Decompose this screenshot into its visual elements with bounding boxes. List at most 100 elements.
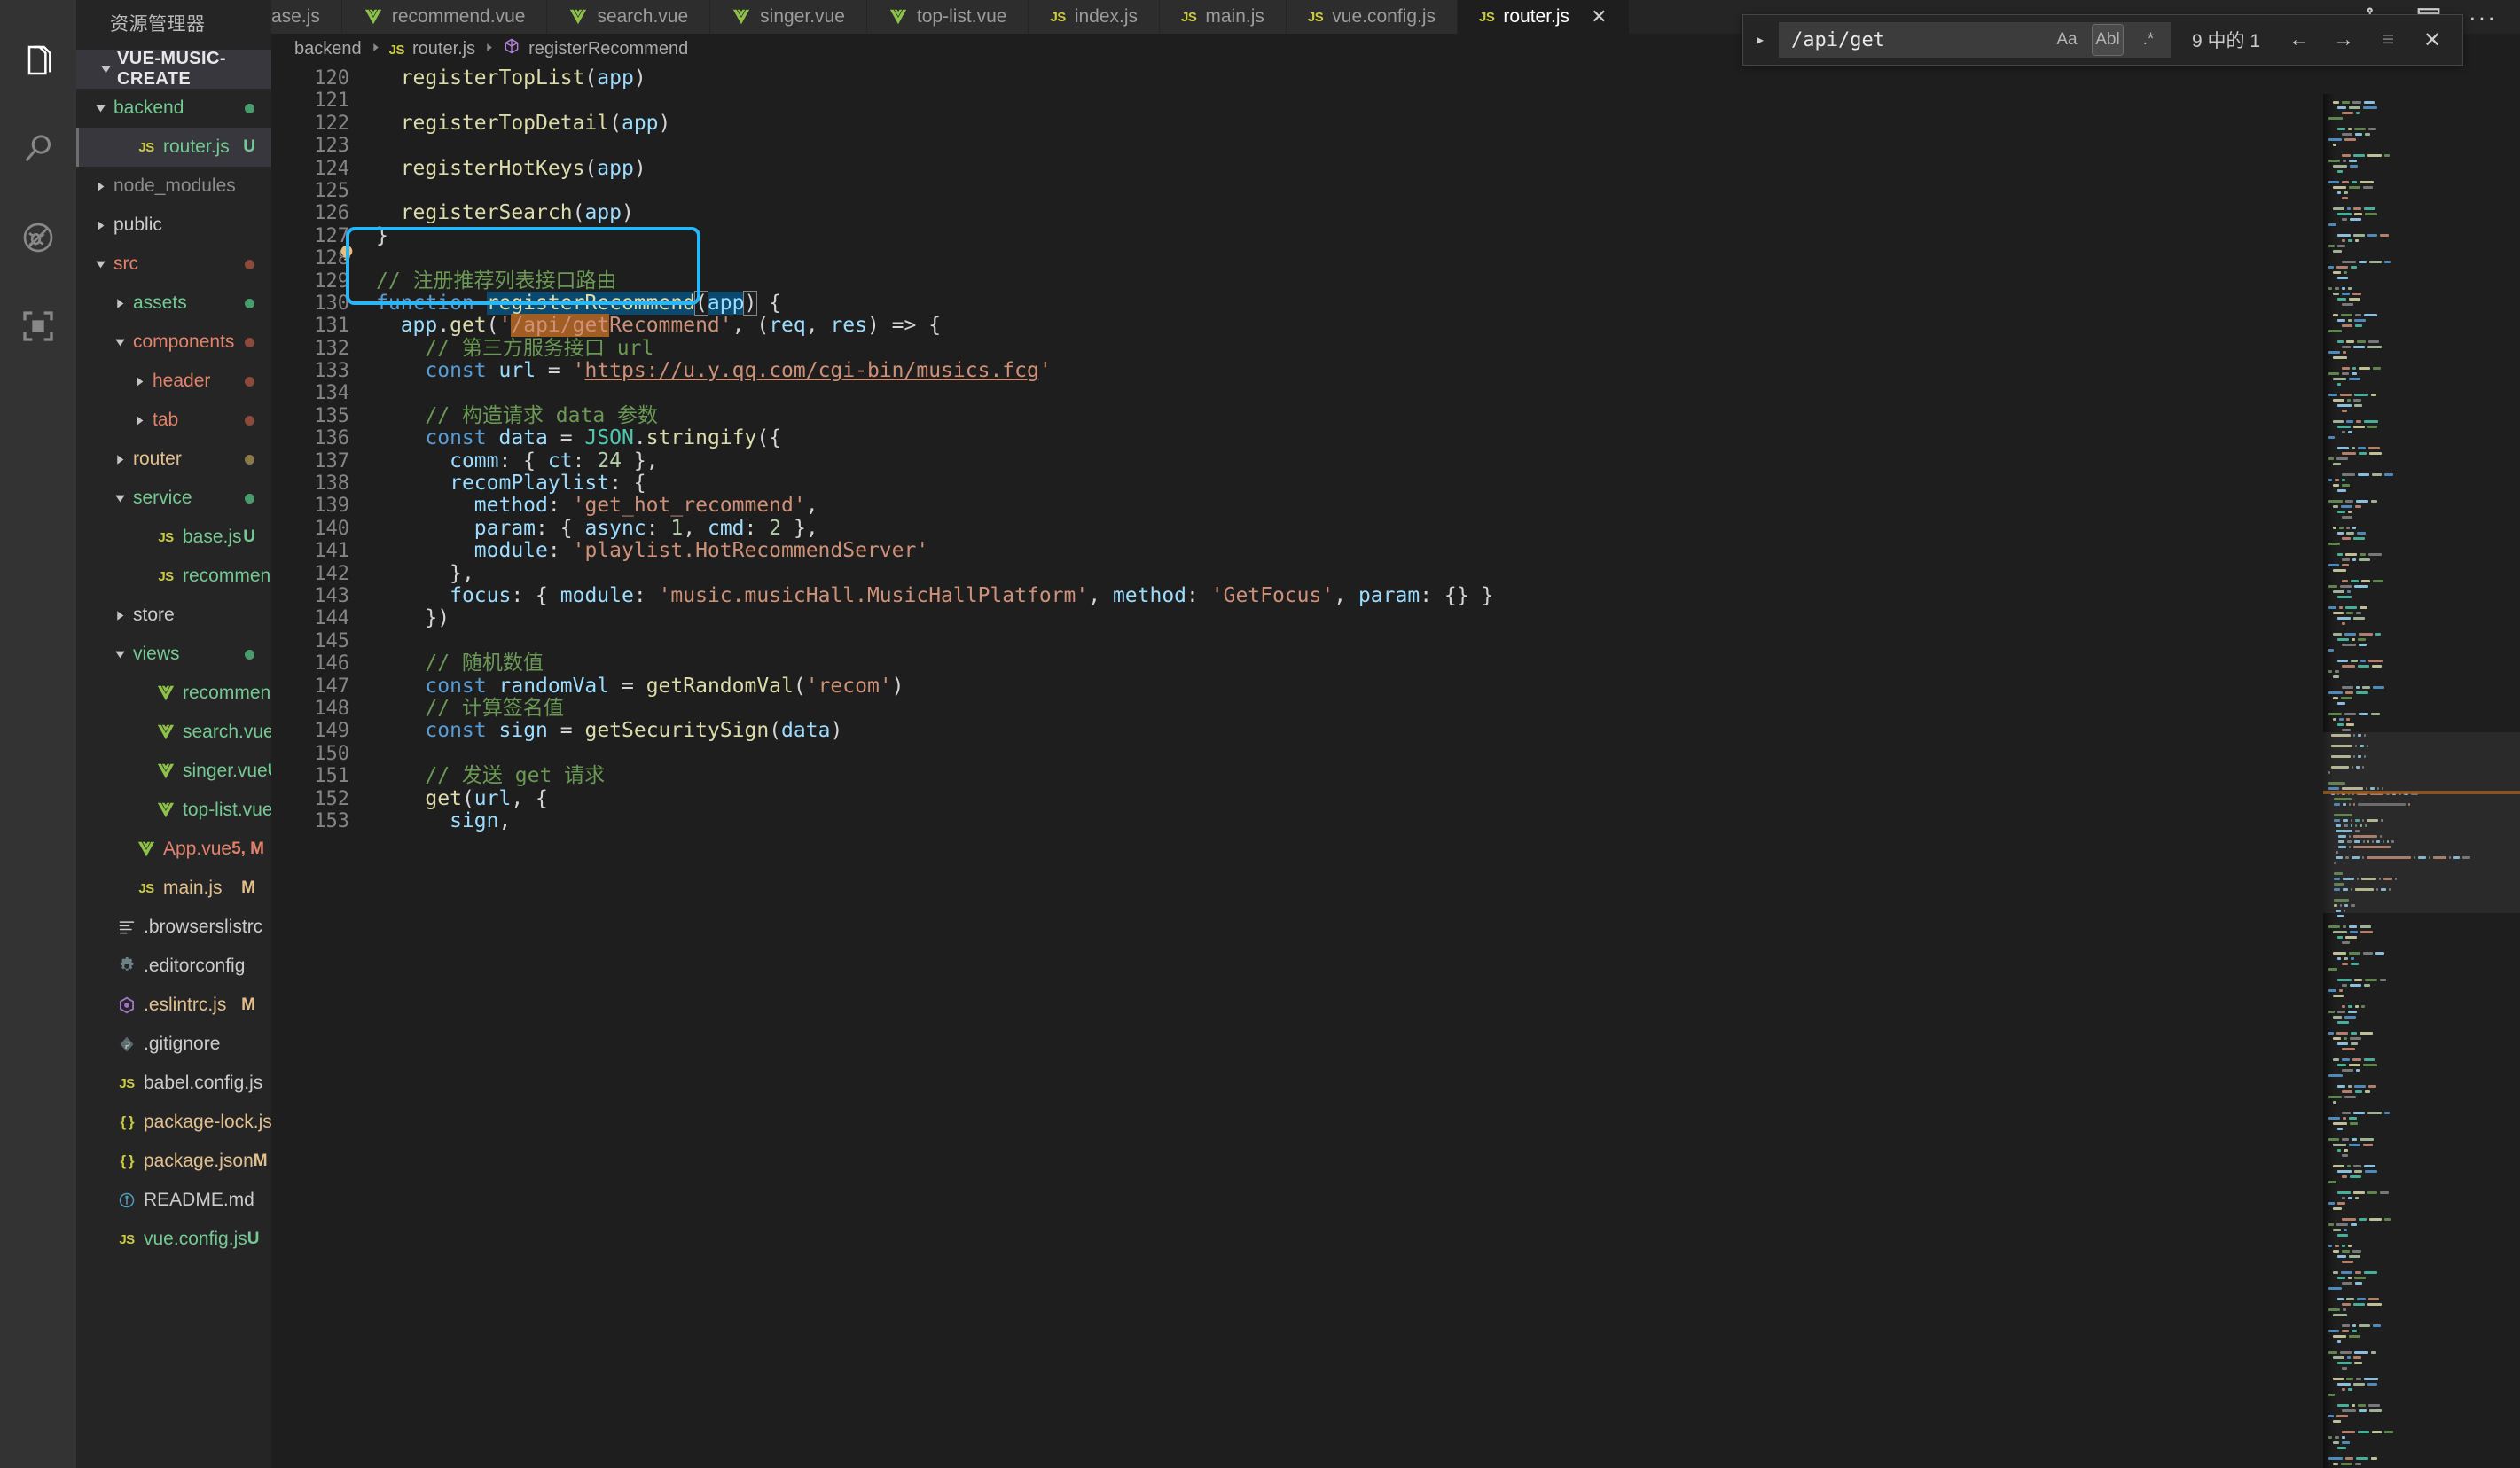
find-input[interactable]: /api/get Aa Abl .* — [1778, 22, 2171, 58]
chevron-down-icon[interactable] — [94, 64, 117, 75]
breadcrumb-item-router-js[interactable]: JS router.js — [389, 39, 476, 59]
tree-item-base-js[interactable]: JS base.js U — [76, 518, 271, 557]
tree-item-singer-vue[interactable]: singer.vueU — [76, 752, 271, 791]
find-next-button[interactable]: → — [2326, 22, 2361, 58]
code-line[interactable]: recomPlaylist: { — [376, 472, 2520, 495]
code-line[interactable]: } — [376, 224, 2520, 247]
tree-item-readme-md[interactable]: README.md — [76, 1181, 271, 1220]
tree-item-assets[interactable]: assets — [76, 284, 271, 323]
tree-item-header[interactable]: header — [76, 362, 271, 401]
explorer-icon[interactable] — [0, 16, 76, 105]
tree-item-package-json[interactable]: { } package.json M — [76, 1142, 271, 1181]
code-line[interactable]: // 注册推荐列表接口路由 — [376, 269, 2520, 293]
chevron-down-icon[interactable] — [89, 103, 112, 114]
find-previous-button[interactable]: ← — [2281, 22, 2317, 58]
code-line[interactable]: registerHotKeys(app) — [376, 157, 2520, 180]
chevron-right-icon[interactable] — [108, 610, 131, 621]
code-line[interactable]: }, — [376, 562, 2520, 585]
chevron-right-icon[interactable] — [89, 181, 112, 192]
chevron-down-icon[interactable] — [89, 259, 112, 270]
code-line[interactable]: // 计算签名值 — [376, 697, 2520, 720]
tree-item-top-list-vue[interactable]: top-list.vueU — [76, 791, 271, 830]
tree-item-main-js[interactable]: JS main.js M — [76, 869, 271, 908]
editor-tab-singer-vue[interactable]: singer.vue — [710, 0, 867, 34]
close-tab-icon[interactable]: ✕ — [1591, 7, 1607, 27]
chevron-right-icon[interactable] — [108, 298, 131, 309]
code-line[interactable]: param: { async: 1, cmd: 2 }, — [376, 517, 2520, 540]
editor-tab-main-js[interactable]: JS main.js — [1160, 0, 1287, 34]
editor-tab-vue-config-js[interactable]: JS vue.config.js — [1286, 0, 1458, 34]
find-in-selection-icon[interactable]: ≡ — [2370, 22, 2406, 58]
code-line[interactable]: // 发送 get 请求 — [376, 764, 2520, 787]
breadcrumb-item-registerrecommend[interactable]: registerRecommend — [503, 37, 688, 60]
workspace-root-row[interactable]: VUE-MUSIC-CREATE — [76, 49, 271, 89]
more-actions-icon[interactable]: ··· — [2469, 5, 2497, 28]
tree-item-app-vue[interactable]: App.vue 5, M — [76, 830, 271, 869]
tree-item--eslintrc-js[interactable]: .eslintrc.js M — [76, 986, 271, 1025]
editor-tab-recommend-vue[interactable]: recommend.vue — [341, 0, 548, 34]
code-line[interactable]: registerTopList(app) — [376, 66, 2520, 90]
chevron-down-icon[interactable] — [108, 493, 131, 504]
code-line[interactable]: const sign = getSecuritySign(data) — [376, 720, 2520, 742]
tree-item-recommend-js[interactable]: JSrecommend.jsU — [76, 557, 271, 596]
code-editor[interactable]: 120 121 122 123 124 125 126 127 128 129 130 131 132 1… — [271, 64, 2520, 1468]
match-case-icon[interactable]: Aa — [2052, 25, 2082, 55]
chevron-right-icon[interactable] — [128, 415, 151, 426]
code-line[interactable]: registerTopDetail(app) — [376, 112, 2520, 135]
code-line[interactable]: // 随机数值 — [376, 652, 2520, 675]
source-code[interactable]: registerTopList(app) registerTopDetail(a… — [364, 64, 2520, 1468]
code-line[interactable] — [376, 135, 2520, 157]
tree-item-src[interactable]: src — [76, 245, 271, 284]
code-line[interactable]: function registerRecommend(app) { — [376, 290, 2520, 316]
chevron-right-icon[interactable] — [108, 454, 131, 465]
code-line[interactable] — [376, 743, 2520, 765]
code-line[interactable]: // 第三方服务接口 url — [376, 337, 2520, 360]
code-line[interactable]: const randomVal = getRandomVal('recom') — [376, 675, 2520, 698]
code-line[interactable]: registerSearch(app) — [376, 202, 2520, 224]
lightbulb-icon[interactable] — [337, 244, 356, 269]
code-line[interactable]: // 构造请求 data 参数 — [376, 404, 2520, 427]
extensions-icon[interactable] — [0, 282, 76, 371]
chevron-down-icon[interactable] — [108, 337, 131, 348]
code-line[interactable] — [376, 180, 2520, 202]
tree-item-components[interactable]: components — [76, 323, 271, 362]
chevron-right-icon[interactable] — [89, 220, 112, 231]
tree-item-views[interactable]: views — [76, 635, 271, 674]
tree-item-recommend-vue[interactable]: recommend.vueU — [76, 674, 271, 713]
code-line[interactable] — [376, 90, 2520, 112]
code-line[interactable]: const url = 'https://u.y.qq.com/cgi-bin/… — [376, 359, 2520, 382]
tree-item-backend[interactable]: backend — [76, 89, 271, 128]
editor-tab-router-js[interactable]: JS router.js ✕ — [1458, 0, 1630, 34]
search-icon[interactable] — [0, 105, 76, 193]
code-line[interactable]: }) — [376, 607, 2520, 629]
tree-item-service[interactable]: service — [76, 479, 271, 518]
tree-item-vue-config-js[interactable]: JS vue.config.js U — [76, 1220, 271, 1259]
editor-tab-ase-js[interactable]: ase.js — [271, 0, 342, 34]
tree-item-package-lock-json[interactable]: { }package-lock.jsonM — [76, 1103, 271, 1142]
code-line[interactable]: app.get('/api/getRecommend', (req, res) … — [376, 314, 2520, 338]
code-line[interactable] — [376, 382, 2520, 404]
tree-item-tab[interactable]: tab — [76, 401, 271, 440]
code-line[interactable]: sign, — [376, 809, 2520, 832]
chevron-down-icon[interactable] — [108, 649, 131, 660]
use-regex-icon[interactable]: .* — [2133, 25, 2164, 55]
whole-word-icon[interactable]: Abl — [2091, 24, 2124, 56]
tree-item-public[interactable]: public — [76, 206, 271, 245]
tree-item-node-modules[interactable]: node_modules — [76, 167, 271, 206]
code-line[interactable] — [376, 247, 2520, 269]
debug-icon[interactable] — [0, 193, 76, 282]
toggle-replace-icon[interactable]: ▸ — [1750, 31, 1770, 49]
tree-item-router[interactable]: router — [76, 440, 271, 479]
tree-item-router-js[interactable]: JS router.js U — [76, 128, 271, 167]
code-line[interactable]: comm: { ct: 24 }, — [376, 449, 2520, 472]
code-line[interactable]: module: 'playlist.HotRecommendServer' — [376, 540, 2520, 562]
code-line[interactable] — [376, 630, 2520, 652]
tree-item--browserslistrc[interactable]: .browserslistrc — [76, 908, 271, 947]
code-line[interactable]: const data = JSON.stringify({ — [376, 427, 2520, 449]
editor-tab-search-vue[interactable]: search.vue — [547, 0, 711, 34]
code-line[interactable]: method: 'get_hot_recommend', — [376, 495, 2520, 517]
close-find-icon[interactable]: ✕ — [2414, 22, 2450, 58]
tree-item-babel-config-js[interactable]: JS babel.config.js — [76, 1064, 271, 1103]
editor-tab-index-js[interactable]: JS index.js — [1029, 0, 1161, 34]
code-line[interactable]: get(url, { — [376, 787, 2520, 810]
